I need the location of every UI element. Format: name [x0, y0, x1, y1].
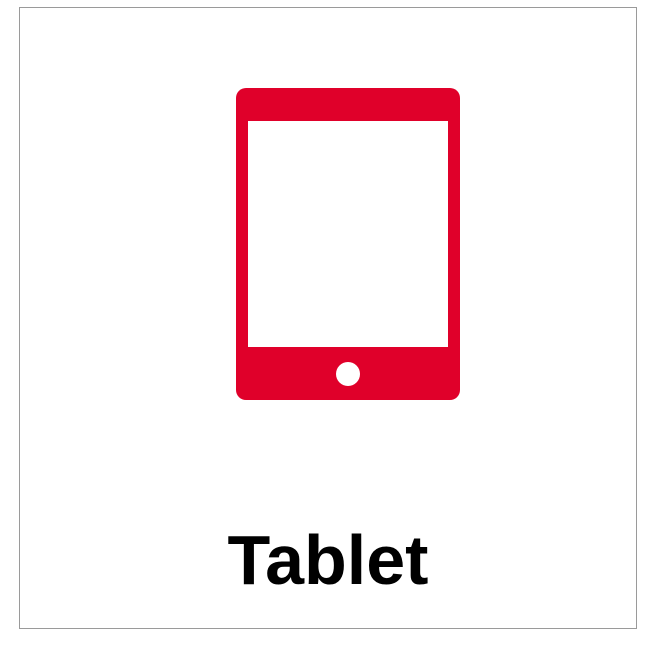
tablet-icon — [236, 88, 460, 400]
tablet-card: Tablet — [19, 7, 637, 629]
tablet-screen — [248, 121, 448, 347]
tablet-home-button — [336, 362, 360, 386]
tablet-label: Tablet — [227, 521, 429, 599]
